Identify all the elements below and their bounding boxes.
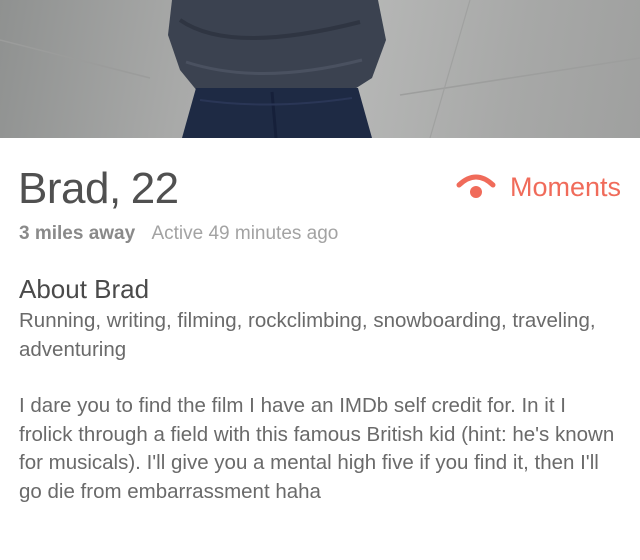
profile-name-age: Brad, 22: [18, 163, 179, 215]
profile-age: 22: [130, 164, 179, 213]
interests-text: Running, writing, filming, rockclimbing,…: [19, 309, 596, 361]
profile-photo-image: [0, 0, 640, 138]
about-section: Running, writing, filming, rockclimbing,…: [19, 307, 624, 506]
moments-button[interactable]: Moments: [456, 170, 621, 204]
profile-meta: 3 miles away Active 49 minutes ago: [19, 222, 338, 246]
wifi-signal-icon: [456, 174, 496, 198]
distance-text: 3 miles away: [19, 223, 136, 244]
last-active-text: Active 49 minutes ago: [151, 223, 339, 244]
about-heading: About Brad: [19, 274, 150, 304]
profile-name: Brad: [18, 164, 109, 213]
profile-photo[interactable]: [0, 0, 640, 138]
name-age-separator: ,: [108, 164, 121, 213]
bio-text: I dare you to find the film I have an IM…: [19, 394, 615, 503]
moments-label: Moments: [509, 172, 621, 202]
